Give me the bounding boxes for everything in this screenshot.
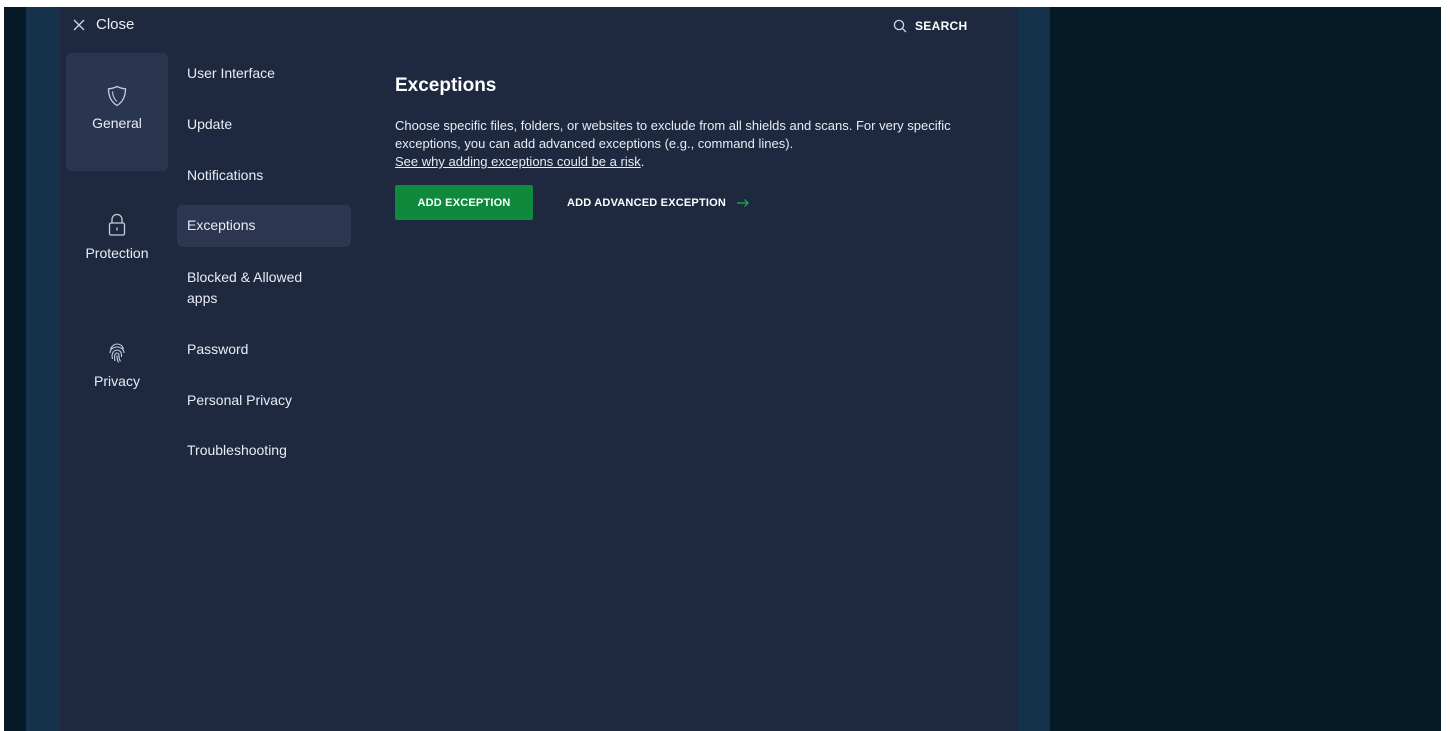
subnav-item-update[interactable]: Update (177, 114, 351, 135)
lock-icon (108, 213, 126, 236)
subnav-item-blocked-allowed-apps[interactable]: Blocked & Allowed apps (177, 267, 327, 309)
risk-link-period: . (640, 154, 645, 169)
subnav-item-password[interactable]: Password (177, 339, 351, 360)
subnav-item-troubleshooting[interactable]: Troubleshooting (177, 440, 351, 461)
risk-info-link[interactable]: See why adding exceptions could be a ris… (395, 154, 641, 169)
category-protection[interactable]: Protection (66, 209, 168, 279)
shield-icon (107, 85, 127, 107)
search-button[interactable]: SEARCH (893, 19, 967, 33)
description-text: Choose specific files, folders, or websi… (395, 118, 951, 151)
exceptions-content: Exceptions Choose specific files, folder… (395, 75, 995, 220)
exception-actions: ADD EXCEPTION ADD ADVANCED EXCEPTION (395, 185, 995, 220)
close-button[interactable]: Close (72, 16, 134, 33)
add-exception-button[interactable]: ADD EXCEPTION (395, 185, 533, 220)
arrow-right-icon (737, 198, 749, 207)
fingerprint-icon (109, 343, 125, 363)
search-label: SEARCH (915, 19, 968, 33)
subnav-item-notifications[interactable]: Notifications (177, 165, 351, 186)
subnav-item-exceptions[interactable]: Exceptions (177, 205, 351, 247)
category-general[interactable]: General (66, 53, 168, 171)
subnav-item-user-interface[interactable]: User Interface (177, 63, 351, 84)
search-icon (893, 19, 907, 33)
close-icon (73, 19, 85, 30)
category-privacy[interactable]: Privacy (66, 337, 168, 407)
page-title: Exceptions (395, 75, 497, 96)
subnav-item-personal-privacy[interactable]: Personal Privacy (177, 390, 351, 411)
add-advanced-exception-button[interactable]: ADD ADVANCED EXCEPTION (567, 197, 750, 209)
settings-panel: Close SEARCH General Protection Privacy … (60, 7, 1018, 731)
category-general-label: General (92, 115, 142, 131)
exceptions-description: Choose specific files, folders, or websi… (395, 117, 995, 171)
category-protection-label: Protection (85, 245, 149, 261)
category-privacy-label: Privacy (94, 373, 140, 389)
add-advanced-exception-label: ADD ADVANCED EXCEPTION (567, 196, 727, 209)
close-label: Close (96, 16, 135, 33)
